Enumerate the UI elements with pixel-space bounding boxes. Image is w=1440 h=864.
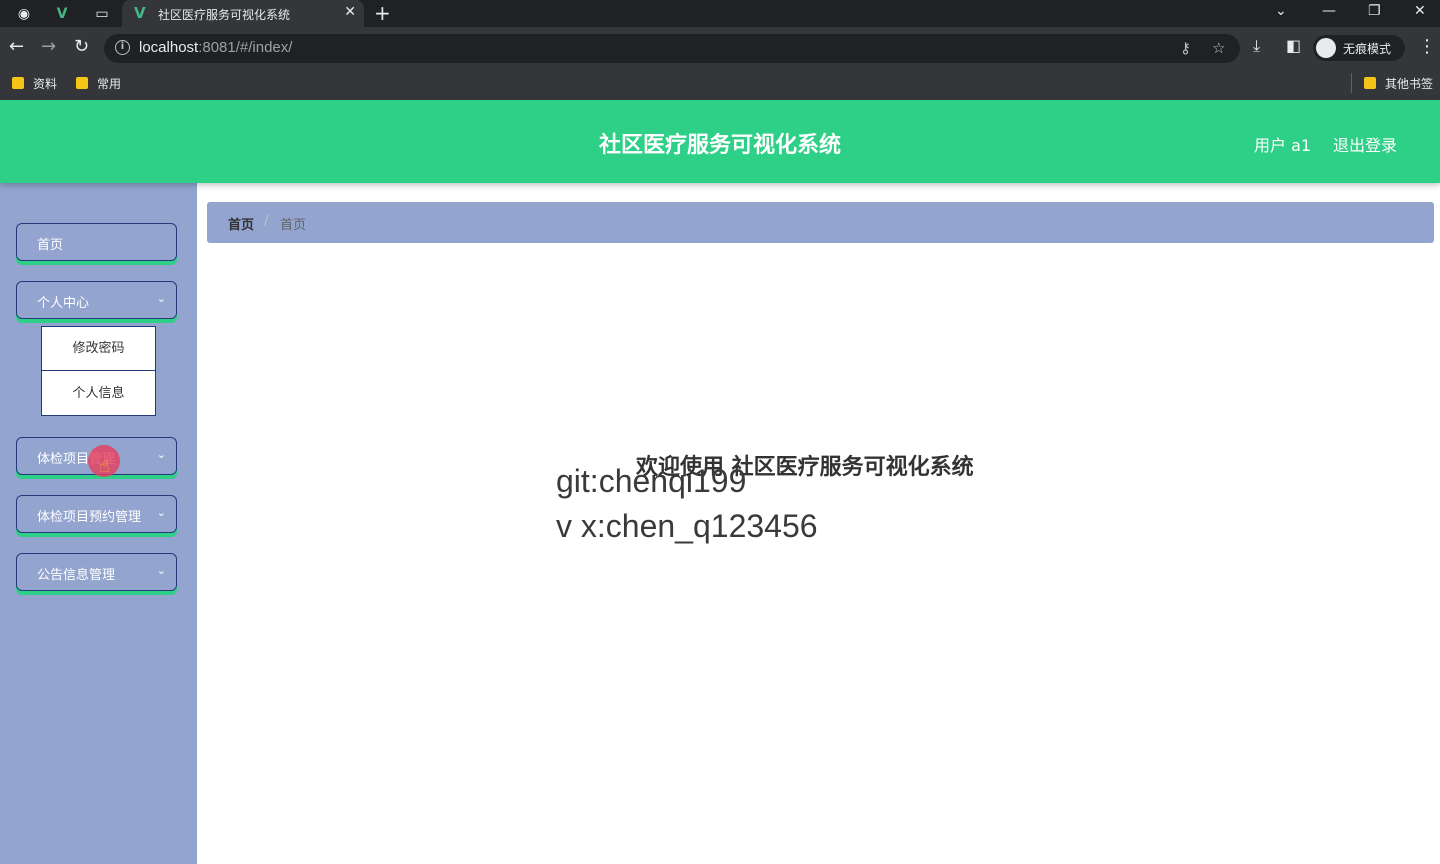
tab-search-icon[interactable]: ⌄ (1275, 3, 1287, 19)
hand-cursor-icon: ☝ (99, 456, 110, 477)
sidebar-item-label: 体检项目预约管理 (37, 510, 142, 525)
tab-title: 社区医疗服务可视化系统 (158, 8, 291, 22)
folder-icon (1364, 77, 1376, 89)
incognito-badge[interactable]: 无痕模式 (1313, 35, 1405, 61)
chevron-down-icon: ⌄ (156, 448, 166, 461)
browser-tab-bar: ◉ V ▭ V 社区医疗服务可视化系统 ✕ + ⌄ — ❐ ✕ (0, 0, 1440, 27)
close-window-icon[interactable]: ✕ (1414, 3, 1426, 19)
bookmarks-bar: 资料 常用 其他书签 (0, 69, 1440, 100)
app-header: 社区医疗服务可视化系统 用户 a1 退出登录 (0, 100, 1440, 183)
logout-link[interactable]: 退出登录 (1333, 132, 1397, 156)
sidebar-item-personal-center[interactable]: 个人中心 ⌄ (16, 281, 177, 319)
chevron-down-icon: ⌄ (156, 564, 166, 577)
sidebar-item-label: 公告信息管理 (37, 568, 116, 583)
bookmarks-divider (1351, 73, 1352, 93)
url-input[interactable]: i localhost:8081/#/index/ ⚷ ☆ (104, 34, 1240, 63)
globe-icon[interactable]: ◉ (14, 4, 34, 24)
breadcrumb: 首页 / 首页 (207, 202, 1434, 243)
active-tab[interactable]: V 社区医疗服务可视化系统 ✕ (122, 0, 364, 27)
watermark-wechat: v x:chen_q123456 (556, 508, 818, 544)
more-menu-icon[interactable]: ⋮ (1418, 36, 1436, 57)
key-icon[interactable]: ⚷ (1180, 39, 1191, 57)
incognito-label: 无痕模式 (1343, 42, 1392, 56)
sidebar-item-label: 首页 (37, 238, 64, 253)
close-tab-icon[interactable]: ✕ (344, 4, 356, 20)
vue-tab-icon[interactable]: V (52, 4, 72, 24)
other-bookmarks[interactable]: 其他书签 (1364, 75, 1433, 92)
bookmark-folder-1[interactable]: 常用 (76, 75, 121, 92)
sidebar-item-checkup-booking[interactable]: 体检项目预约管理 ⌄ (16, 495, 177, 533)
submenu-item-personal-info[interactable]: 个人信息 (42, 372, 155, 416)
vue-logo-icon: V (134, 4, 146, 22)
breadcrumb-separator: / (264, 214, 269, 229)
chevron-down-icon: ⌄ (156, 292, 166, 305)
breadcrumb-current: 首页 (280, 218, 307, 233)
url-text: localhost:8081/#/index/ (139, 39, 293, 56)
sidebar-item-label: 个人中心 (37, 296, 90, 311)
download-icon[interactable]: ⤓ (1253, 36, 1260, 56)
breadcrumb-home[interactable]: 首页 (228, 214, 254, 233)
submenu-item-change-password[interactable]: 修改密码 (42, 327, 155, 371)
personal-center-submenu: 修改密码 个人信息 (41, 326, 156, 416)
app-title: 社区医疗服务可视化系统 (598, 133, 841, 158)
user-label: 用户 a1 (1254, 136, 1312, 155)
address-bar-row: ← → ↻ i localhost:8081/#/index/ ⚷ ☆ ⤓ ◧ … (0, 27, 1440, 69)
folder-icon (12, 77, 24, 89)
reload-icon[interactable]: ↻ (74, 36, 89, 57)
restore-icon[interactable]: ❐ (1368, 3, 1381, 19)
incognito-icon (1316, 38, 1336, 58)
bookmark-folder-0[interactable]: 资料 (12, 75, 57, 92)
site-info-icon[interactable]: i (115, 40, 130, 55)
back-icon[interactable]: ← (9, 36, 24, 57)
sidebar-item-home[interactable]: 首页 (16, 223, 177, 261)
side-panel-icon[interactable]: ◧ (1286, 36, 1301, 55)
bookmark-star-icon[interactable]: ☆ (1212, 39, 1225, 57)
new-tab-icon[interactable]: + (374, 1, 391, 25)
window-icon[interactable]: ▭ (92, 4, 112, 24)
folder-icon (76, 77, 88, 89)
forward-icon[interactable]: → (41, 36, 56, 57)
sidebar-item-announcements[interactable]: 公告信息管理 ⌄ (16, 553, 177, 591)
chevron-down-icon: ⌄ (156, 506, 166, 519)
minimize-icon[interactable]: — (1322, 3, 1336, 19)
watermark-git: git:chenqi199 (556, 463, 747, 499)
